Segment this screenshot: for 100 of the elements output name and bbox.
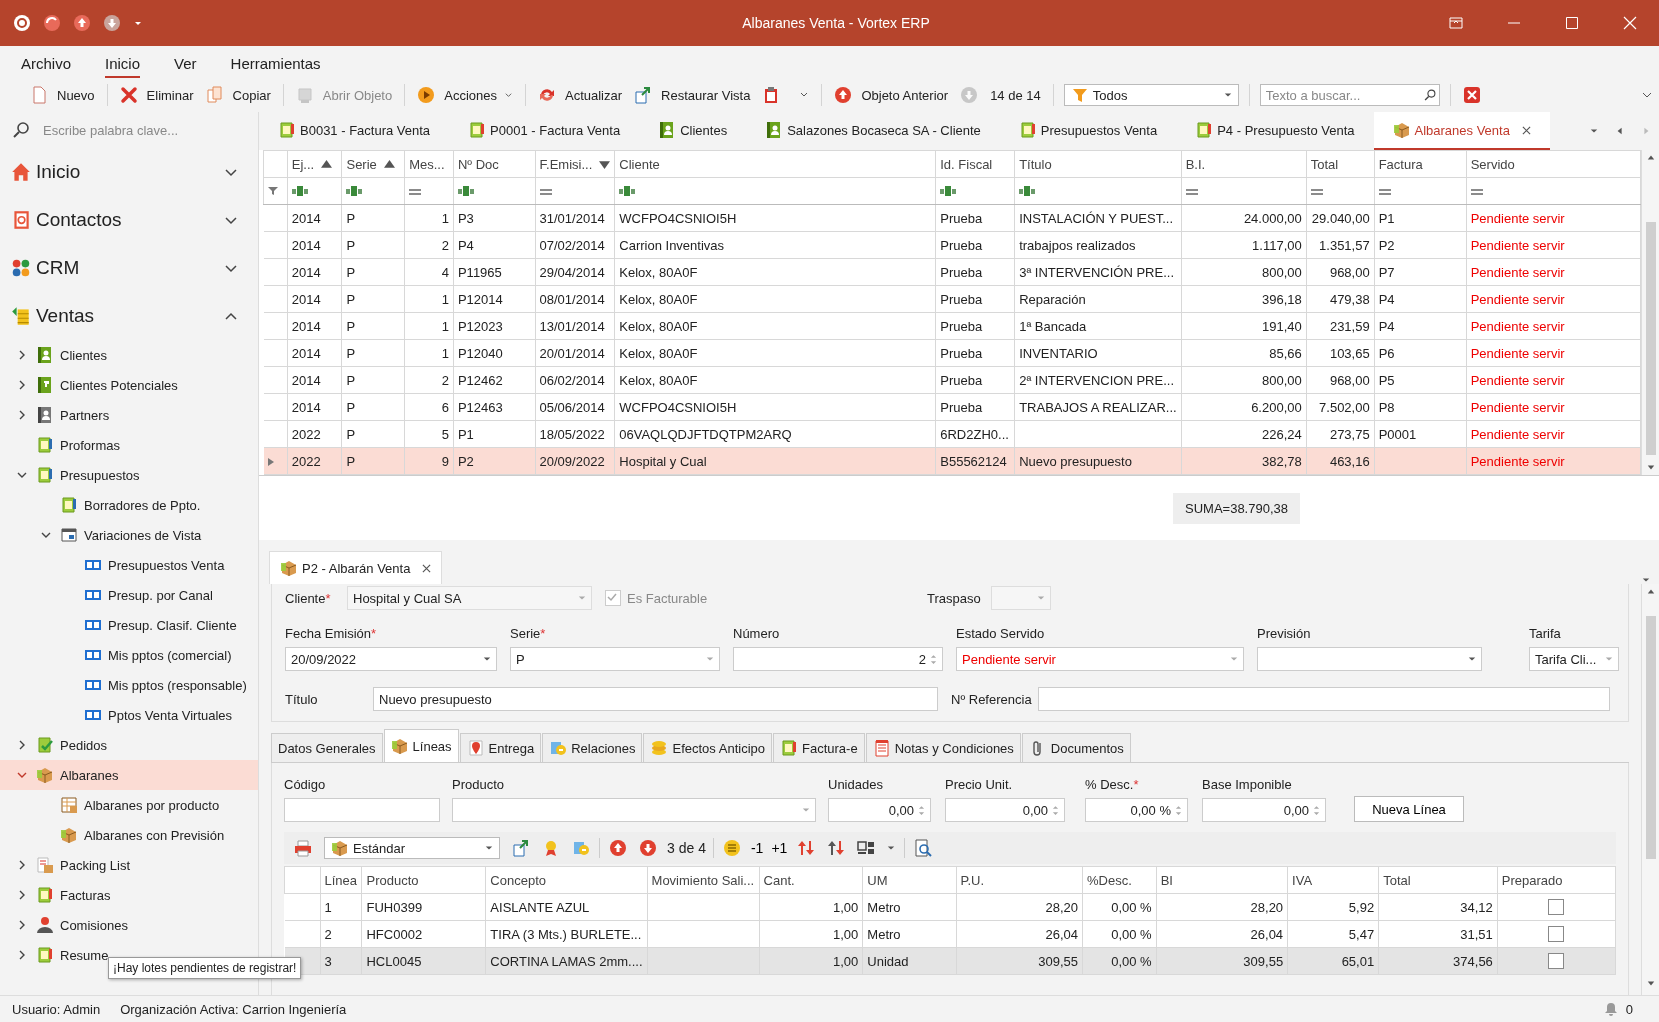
document-tab[interactable]: Presupuestos Venta xyxy=(999,112,1177,150)
input-field[interactable] xyxy=(284,798,440,822)
dropdown-field[interactable]: Pendiente servir xyxy=(956,647,1244,671)
column-header[interactable]: UM xyxy=(862,866,956,894)
sort-arrows-icon[interactable] xyxy=(797,839,816,857)
nav-tree-item[interactable]: Partners xyxy=(0,400,258,430)
toolbar-button[interactable]: Restaurar Vista xyxy=(628,82,757,108)
section-tab[interactable]: Relaciones xyxy=(542,733,643,762)
menu-tab[interactable]: Archivo xyxy=(21,55,72,78)
section-tab[interactable]: Factura-e xyxy=(773,733,865,762)
section-tab[interactable]: Líneas xyxy=(383,729,459,762)
search-field[interactable]: Texto a buscar... xyxy=(1259,84,1440,106)
text-filter-icon[interactable] xyxy=(1019,185,1036,196)
tab-list-icon[interactable] xyxy=(1590,127,1598,135)
nav-tree-item[interactable]: Presup. por Canal xyxy=(0,580,258,610)
toolbar-button[interactable]: Nuevo xyxy=(24,82,101,108)
column-header[interactable]: IVA xyxy=(1287,866,1379,894)
menu-tab[interactable]: Herramientas xyxy=(230,55,321,78)
column-header[interactable]: Total xyxy=(1378,866,1498,894)
text-filter-icon[interactable] xyxy=(619,185,636,196)
equals-filter-icon[interactable] xyxy=(1185,187,1198,196)
document-tab[interactable]: B0031 - Factura Venta xyxy=(259,112,450,150)
document-tab[interactable]: Salazones Bocaseca SA - Cliente xyxy=(746,112,1000,150)
layout-dropdown[interactable]: Estándar xyxy=(324,837,500,859)
equals-filter-icon[interactable] xyxy=(1378,187,1391,196)
document-tab[interactable]: Albaranes Venta xyxy=(1373,112,1550,150)
dropdown-arrow-icon[interactable] xyxy=(1468,655,1476,663)
nav-tree-item[interactable]: Albaranes por producto xyxy=(0,790,258,820)
column-header[interactable]: Título xyxy=(1014,150,1182,178)
column-header[interactable]: Total xyxy=(1306,150,1375,178)
preview-icon[interactable] xyxy=(914,839,933,857)
export-icon[interactable] xyxy=(512,839,530,857)
number-field[interactable]: 0,00 xyxy=(945,798,1065,822)
nav-section-header[interactable]: Ventas xyxy=(0,292,258,340)
nav-tree-item[interactable]: Clientes Potenciales xyxy=(0,370,258,400)
column-header[interactable]: Cliente xyxy=(614,150,936,178)
nav-tree-item[interactable]: Borradores de Ppto. xyxy=(0,490,258,520)
checkbox[interactable] xyxy=(1548,899,1565,916)
tab-list-icon[interactable] xyxy=(1642,576,1650,584)
dropdown-field[interactable] xyxy=(452,798,816,822)
column-header[interactable]: BI xyxy=(1156,866,1288,894)
layout-icon[interactable] xyxy=(857,839,876,857)
customer-dropdown[interactable]: Hospital y Cual SA xyxy=(347,586,592,610)
number-field[interactable]: 0,00 xyxy=(828,798,931,822)
nav-tree-item[interactable]: Mis pptos (comercial) xyxy=(0,640,258,670)
checkbox[interactable] xyxy=(1548,953,1565,970)
toolbar-button[interactable]: Eliminar xyxy=(113,82,200,108)
equals-filter-icon[interactable] xyxy=(539,187,552,196)
column-header[interactable]: Producto xyxy=(362,866,486,894)
column-header[interactable]: Movimiento Sali... xyxy=(647,866,760,894)
nav-tree-item[interactable]: Presupuestos xyxy=(0,460,258,490)
toolbar-button[interactable]: Copiar xyxy=(199,82,277,108)
scroll-up-icon[interactable] xyxy=(1646,154,1655,162)
number-field[interactable]: 0,00 % xyxy=(1085,798,1188,822)
sort-arrows-icon[interactable] xyxy=(827,839,846,857)
column-header[interactable]: Concepto xyxy=(485,866,648,894)
refresh-icon[interactable] xyxy=(43,14,61,32)
dropdown-field[interactable]: P xyxy=(510,647,720,671)
increment-button[interactable]: +1 xyxy=(767,840,792,856)
column-header[interactable]: Mes... xyxy=(404,150,454,178)
section-tab[interactable]: Efectos Anticipo xyxy=(643,733,772,762)
column-header[interactable]: B.I. xyxy=(1181,150,1307,178)
nav-tree-item[interactable]: Proformas xyxy=(0,430,258,460)
nav-tree-item[interactable]: Albaranes xyxy=(0,760,258,790)
toolbar-button[interactable]: Objeto Anterior xyxy=(828,82,955,108)
reference-field[interactable] xyxy=(1038,687,1610,711)
text-filter-icon[interactable] xyxy=(940,185,957,196)
column-header[interactable]: Preparado xyxy=(1497,866,1616,894)
document-tab[interactable]: P2 - Albarán Venta xyxy=(269,551,443,584)
column-header[interactable]: %Desc. xyxy=(1082,866,1157,894)
nav-tree-item[interactable]: Presup. Clasif. Cliente xyxy=(0,610,258,640)
decrement-button[interactable]: -1 xyxy=(746,840,768,856)
column-header[interactable]: Nº Doc xyxy=(453,150,536,178)
nav-tree-item[interactable]: Comisiones xyxy=(0,910,258,940)
document-tab[interactable]: Clientes xyxy=(639,112,747,150)
date-field[interactable]: 20/09/2022 xyxy=(285,647,497,671)
equals-filter-icon[interactable] xyxy=(409,187,422,196)
nav-tree-item[interactable]: Mis pptos (responsable) xyxy=(0,670,258,700)
scroll-down-icon[interactable] xyxy=(1646,463,1655,471)
checkbox[interactable] xyxy=(1548,926,1565,943)
column-header[interactable]: Ej... xyxy=(287,150,342,178)
dropdown-arrow-icon[interactable] xyxy=(887,844,896,852)
section-tab[interactable]: Entrega xyxy=(459,733,542,762)
close-icon[interactable] xyxy=(422,563,432,573)
document-tab[interactable]: P0001 - Factura Venta xyxy=(449,112,640,150)
dropdown-arrow-icon[interactable] xyxy=(483,655,491,663)
filter-dropdown[interactable]: Todos xyxy=(1063,84,1239,106)
section-tab[interactable]: Datos Generales xyxy=(271,733,383,762)
nav-tree-item[interactable]: Albaranes con Previsión xyxy=(0,820,258,850)
new-line-button[interactable]: Nueva Línea xyxy=(1354,796,1464,822)
nav-tree-item[interactable]: Pptos Venta Virtuales xyxy=(0,700,258,730)
number-field[interactable]: 0,00 xyxy=(1202,798,1326,822)
nav-section-header[interactable]: Contactos xyxy=(0,196,258,244)
scroll-down-icon[interactable] xyxy=(1646,979,1655,987)
column-header[interactable]: Id. Fiscal xyxy=(935,150,1015,178)
vertical-scrollbar[interactable] xyxy=(1641,584,1659,995)
column-header[interactable]: F.Emisi... xyxy=(535,150,615,178)
column-header[interactable]: Factura xyxy=(1374,150,1467,178)
checkbox[interactable] xyxy=(605,590,621,606)
nav-tree-item[interactable]: Clientes xyxy=(0,340,258,370)
